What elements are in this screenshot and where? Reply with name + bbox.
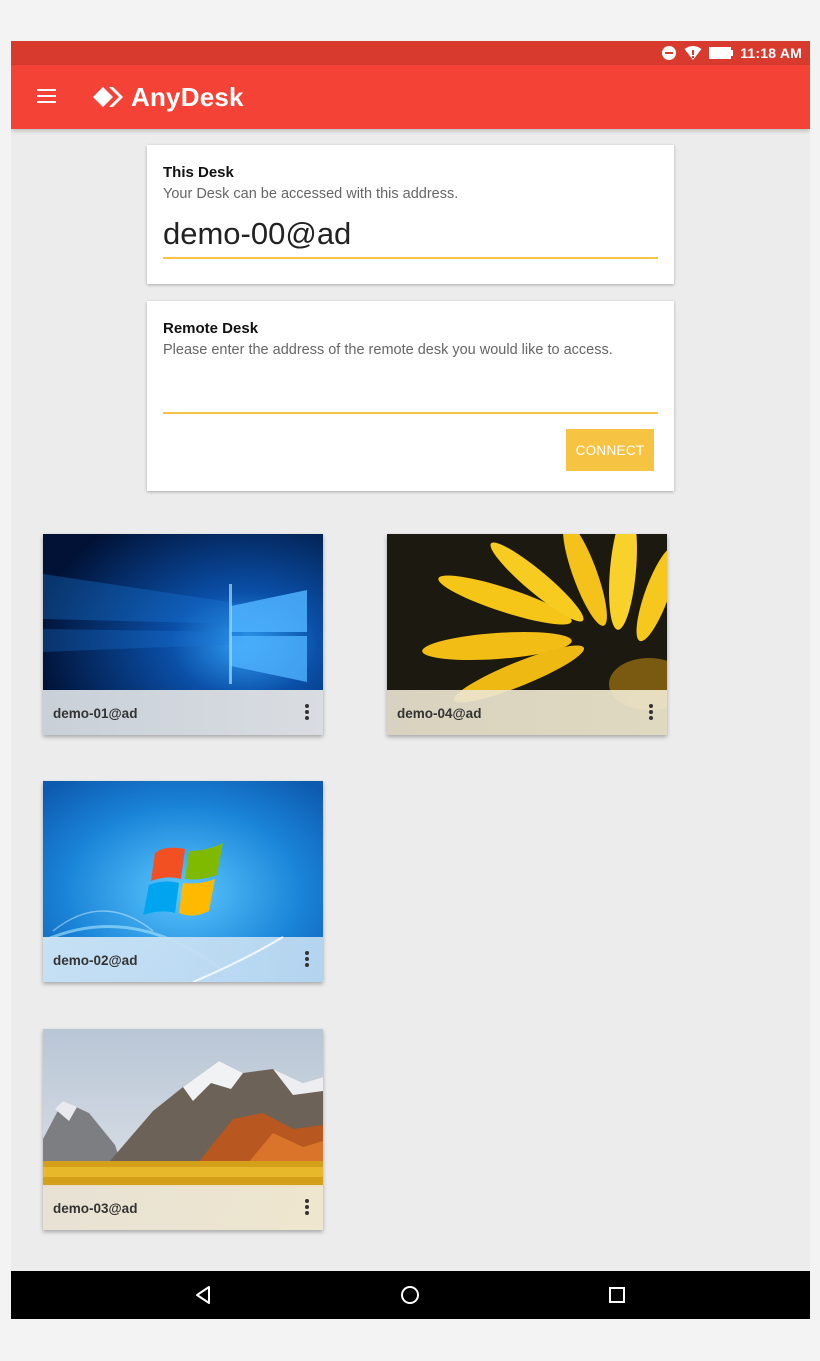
more-options-icon[interactable] bbox=[645, 704, 657, 722]
remote-desk-title: Remote Desk bbox=[163, 320, 259, 337]
do-not-disturb-icon bbox=[662, 46, 677, 60]
session-tile[interactable]: demo-01@ad bbox=[43, 534, 323, 735]
more-options-icon[interactable] bbox=[301, 704, 313, 722]
session-caption: demo-02@ad bbox=[43, 937, 323, 982]
session-caption: demo-03@ad bbox=[43, 1185, 323, 1230]
remote-address-underline bbox=[163, 412, 658, 414]
remote-desk-subtitle: Please enter the address of the remote d… bbox=[163, 342, 613, 358]
this-desk-card: This Desk Your Desk can be accessed with… bbox=[147, 145, 674, 284]
recents-icon[interactable] bbox=[605, 1283, 629, 1307]
battery-icon bbox=[709, 47, 734, 59]
session-address: demo-03@ad bbox=[53, 1201, 138, 1216]
app-bar: AnyDesk bbox=[11, 65, 810, 129]
session-address: demo-04@ad bbox=[397, 706, 482, 721]
session-caption: demo-01@ad bbox=[43, 690, 323, 735]
hamburger-menu-icon[interactable] bbox=[37, 89, 56, 103]
session-tile[interactable]: demo-02@ad bbox=[43, 781, 323, 982]
remote-desk-card: Remote Desk Please enter the address of … bbox=[147, 301, 674, 491]
session-address: demo-01@ad bbox=[53, 706, 138, 721]
home-icon[interactable] bbox=[398, 1283, 422, 1307]
this-desk-underline bbox=[163, 257, 658, 259]
anydesk-logo-icon bbox=[93, 87, 123, 107]
app-logo: AnyDesk bbox=[91, 79, 244, 115]
session-address: demo-02@ad bbox=[53, 953, 138, 968]
session-tile[interactable]: demo-04@ad bbox=[387, 534, 667, 735]
more-options-icon[interactable] bbox=[301, 951, 313, 969]
back-icon[interactable] bbox=[192, 1283, 216, 1307]
status-icons: 11:18 AM bbox=[661, 44, 802, 62]
this-desk-address[interactable]: demo-00@ad bbox=[163, 216, 351, 252]
tablet-screen: 11:18 AM AnyDesk This Desk Your Desk can… bbox=[11, 41, 810, 1319]
status-time: 11:18 AM bbox=[740, 45, 802, 61]
remote-address-input[interactable] bbox=[163, 371, 662, 413]
session-caption: demo-04@ad bbox=[387, 690, 667, 735]
wifi-icon bbox=[684, 46, 702, 60]
connect-button[interactable]: CONNECT bbox=[566, 429, 654, 471]
session-tile[interactable]: demo-03@ad bbox=[43, 1029, 323, 1230]
this-desk-title: This Desk bbox=[163, 164, 234, 181]
app-title: AnyDesk bbox=[131, 81, 244, 112]
status-bar: 11:18 AM bbox=[11, 41, 810, 65]
more-options-icon[interactable] bbox=[301, 1199, 313, 1217]
this-desk-subtitle: Your Desk can be accessed with this addr… bbox=[163, 186, 459, 202]
navigation-bar bbox=[11, 1271, 810, 1319]
